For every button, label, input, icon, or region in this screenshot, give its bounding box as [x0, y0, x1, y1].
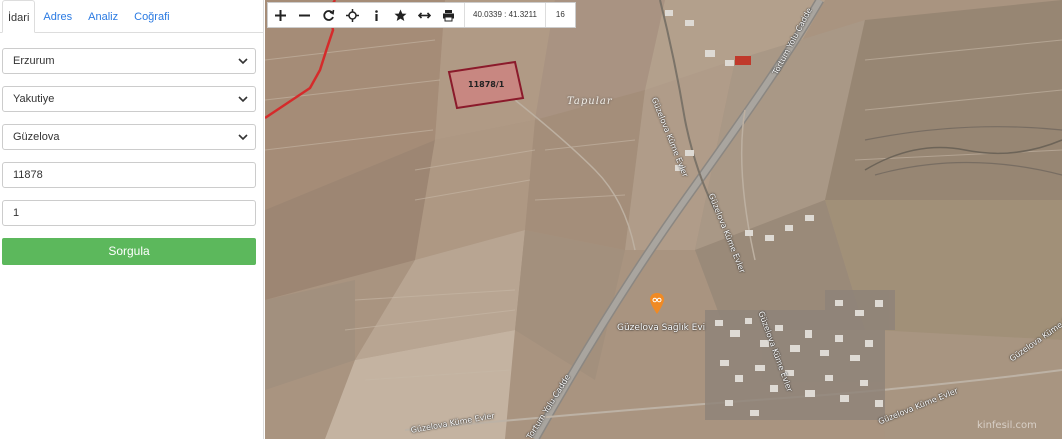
- poi-label: Güzelova Sağlık Evi: [617, 323, 706, 333]
- zoom-out-button[interactable]: [292, 3, 316, 27]
- refresh-icon: [322, 9, 334, 21]
- print-button[interactable]: [436, 3, 460, 27]
- block-input[interactable]: 11878: [2, 162, 256, 188]
- locate-button[interactable]: [340, 3, 364, 27]
- tab-adres[interactable]: Adres: [35, 0, 80, 33]
- chevron-down-icon: [238, 96, 248, 103]
- area-label: Tapular: [567, 96, 613, 107]
- coordinate-readout: 40.0339 : 41.3211: [464, 3, 545, 27]
- province-select[interactable]: Erzurum: [2, 48, 256, 74]
- neighborhood-value: Güzelova: [13, 131, 60, 143]
- neighborhood-select[interactable]: Güzelova: [2, 124, 256, 150]
- province-value: Erzurum: [13, 55, 55, 67]
- query-button[interactable]: Sorgula: [2, 238, 256, 265]
- tab-idari[interactable]: İdari: [2, 0, 36, 33]
- health-center-pin-icon[interactable]: [650, 293, 664, 315]
- favorite-button[interactable]: [388, 3, 412, 27]
- tab-cografi[interactable]: Coğrafi: [126, 0, 177, 33]
- satellite-map[interactable]: 40.0339 : 41.3211 16 11878/1 Tapular Güz…: [265, 0, 1062, 439]
- zoom-out-icon: [298, 14, 310, 16]
- district-value: Yakutiye: [13, 93, 55, 105]
- info-icon: [374, 9, 378, 21]
- print-icon: [442, 9, 454, 21]
- refresh-button[interactable]: [316, 3, 340, 27]
- block-value: 11878: [13, 169, 43, 181]
- query-form: Erzurum Yakutiye Güzelova 11878 1 Sorgul…: [0, 33, 263, 265]
- query-panel: İdari Adres Analiz Coğrafi Erzurum Yakut…: [0, 0, 264, 439]
- tab-bar: İdari Adres Analiz Coğrafi: [0, 0, 263, 33]
- parcel-input[interactable]: 1: [2, 200, 256, 226]
- zoom-in-icon: [274, 9, 286, 21]
- zoom-in-button[interactable]: [268, 3, 292, 27]
- parcel-label: 11878/1: [468, 80, 505, 89]
- satellite-imagery: [265, 0, 1062, 439]
- info-button[interactable]: [364, 3, 388, 27]
- measure-icon: [417, 11, 431, 19]
- locate-icon: [345, 8, 359, 22]
- star-icon: [394, 9, 406, 21]
- measure-button[interactable]: [412, 3, 436, 27]
- zoom-level: 16: [544, 3, 575, 27]
- chevron-down-icon: [238, 134, 248, 141]
- watermark: kinfesil.com: [977, 420, 1037, 431]
- map-toolbar: 40.0339 : 41.3211 16: [267, 2, 576, 28]
- chevron-down-icon: [238, 58, 248, 65]
- district-select[interactable]: Yakutiye: [2, 86, 256, 112]
- tab-analiz[interactable]: Analiz: [80, 0, 126, 33]
- parcel-value: 1: [13, 207, 20, 219]
